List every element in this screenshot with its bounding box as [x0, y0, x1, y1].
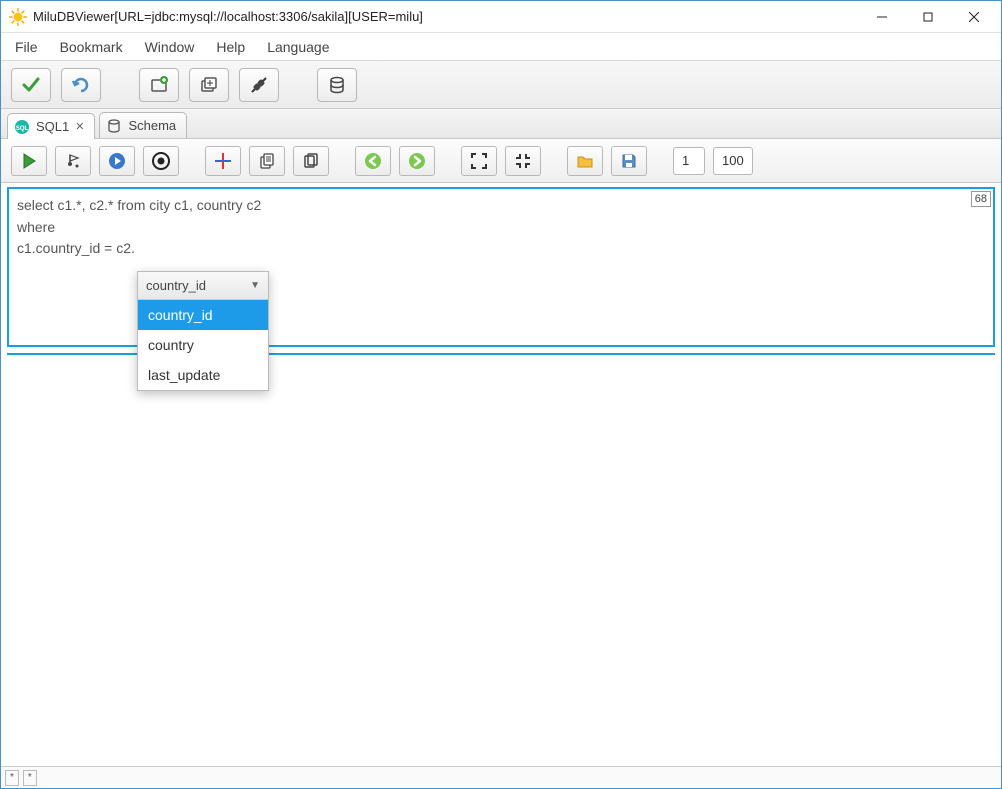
maximize-button[interactable] [905, 1, 951, 33]
svg-text:SQL: SQL [16, 126, 29, 132]
status-bar: * * [1, 766, 1001, 788]
explain-button[interactable] [55, 146, 91, 176]
chevron-down-icon: ▼ [250, 280, 260, 291]
autocomplete-item[interactable]: last_update [138, 360, 268, 390]
autocomplete-header-label: country_id [146, 278, 206, 293]
tab-schema-label: Schema [128, 118, 176, 133]
main-toolbar [1, 61, 1001, 109]
autocomplete-list: country_idcountrylast_update [138, 300, 268, 390]
tab-sql1[interactable]: SQL SQL1 ✕ [7, 113, 95, 139]
close-button[interactable] [951, 1, 997, 33]
menu-language[interactable]: Language [267, 39, 329, 55]
status-cell-1: * [5, 770, 19, 786]
results-panel [7, 353, 995, 766]
autocomplete-combobox[interactable]: country_id ▼ [138, 272, 268, 300]
autocomplete-item[interactable]: country [138, 330, 268, 360]
sql-editor-panel: select c1.*, c2.* from city c1, country … [7, 187, 995, 347]
page-to-input[interactable]: 100 [713, 147, 753, 175]
minimize-button[interactable] [859, 1, 905, 33]
page-from-input[interactable]: 1 [673, 147, 705, 175]
open-button[interactable] [567, 146, 603, 176]
database-button[interactable] [317, 68, 357, 102]
titlebar: MiluDBViewer[URL=jdbc:mysql://localhost:… [1, 1, 1001, 33]
tab-sql1-label: SQL1 [36, 119, 69, 134]
expand-button[interactable] [461, 146, 497, 176]
stop-button[interactable] [143, 146, 179, 176]
window-title: MiluDBViewer[URL=jdbc:mysql://localhost:… [33, 9, 859, 24]
sql-toolbar: 1 100 [1, 139, 1001, 183]
copy-tab-button[interactable] [189, 68, 229, 102]
next-button[interactable] [399, 146, 435, 176]
run-button[interactable] [11, 146, 47, 176]
new-tab-button[interactable] [139, 68, 179, 102]
tab-bar: SQL SQL1 ✕ Schema [1, 109, 1001, 139]
target-button[interactable] [205, 146, 241, 176]
menu-window[interactable]: Window [145, 39, 195, 55]
connection-button[interactable] [239, 68, 279, 102]
paste-button[interactable] [293, 146, 329, 176]
sql-icon: SQL [14, 119, 30, 135]
app-icon [9, 8, 27, 26]
char-counter: 68 [971, 191, 991, 207]
schema-icon [106, 118, 122, 134]
commit-button[interactable] [11, 68, 51, 102]
save-button[interactable] [611, 146, 647, 176]
rollback-button[interactable] [61, 68, 101, 102]
tab-sql1-close[interactable]: ✕ [75, 120, 84, 133]
collapse-button[interactable] [505, 146, 541, 176]
menu-bookmark[interactable]: Bookmark [60, 39, 123, 55]
autocomplete-popup: country_id ▼ country_idcountrylast_updat… [137, 271, 269, 391]
sql-editor[interactable]: select c1.*, c2.* from city c1, country … [9, 189, 993, 266]
status-cell-2: * [23, 770, 37, 786]
copy-button[interactable] [249, 146, 285, 176]
autocomplete-item[interactable]: country_id [138, 300, 268, 330]
menubar: File Bookmark Window Help Language [1, 33, 1001, 61]
menu-file[interactable]: File [15, 39, 38, 55]
prev-button[interactable] [355, 146, 391, 176]
tab-schema[interactable]: Schema [99, 112, 187, 138]
menu-help[interactable]: Help [216, 39, 245, 55]
run-script-button[interactable] [99, 146, 135, 176]
